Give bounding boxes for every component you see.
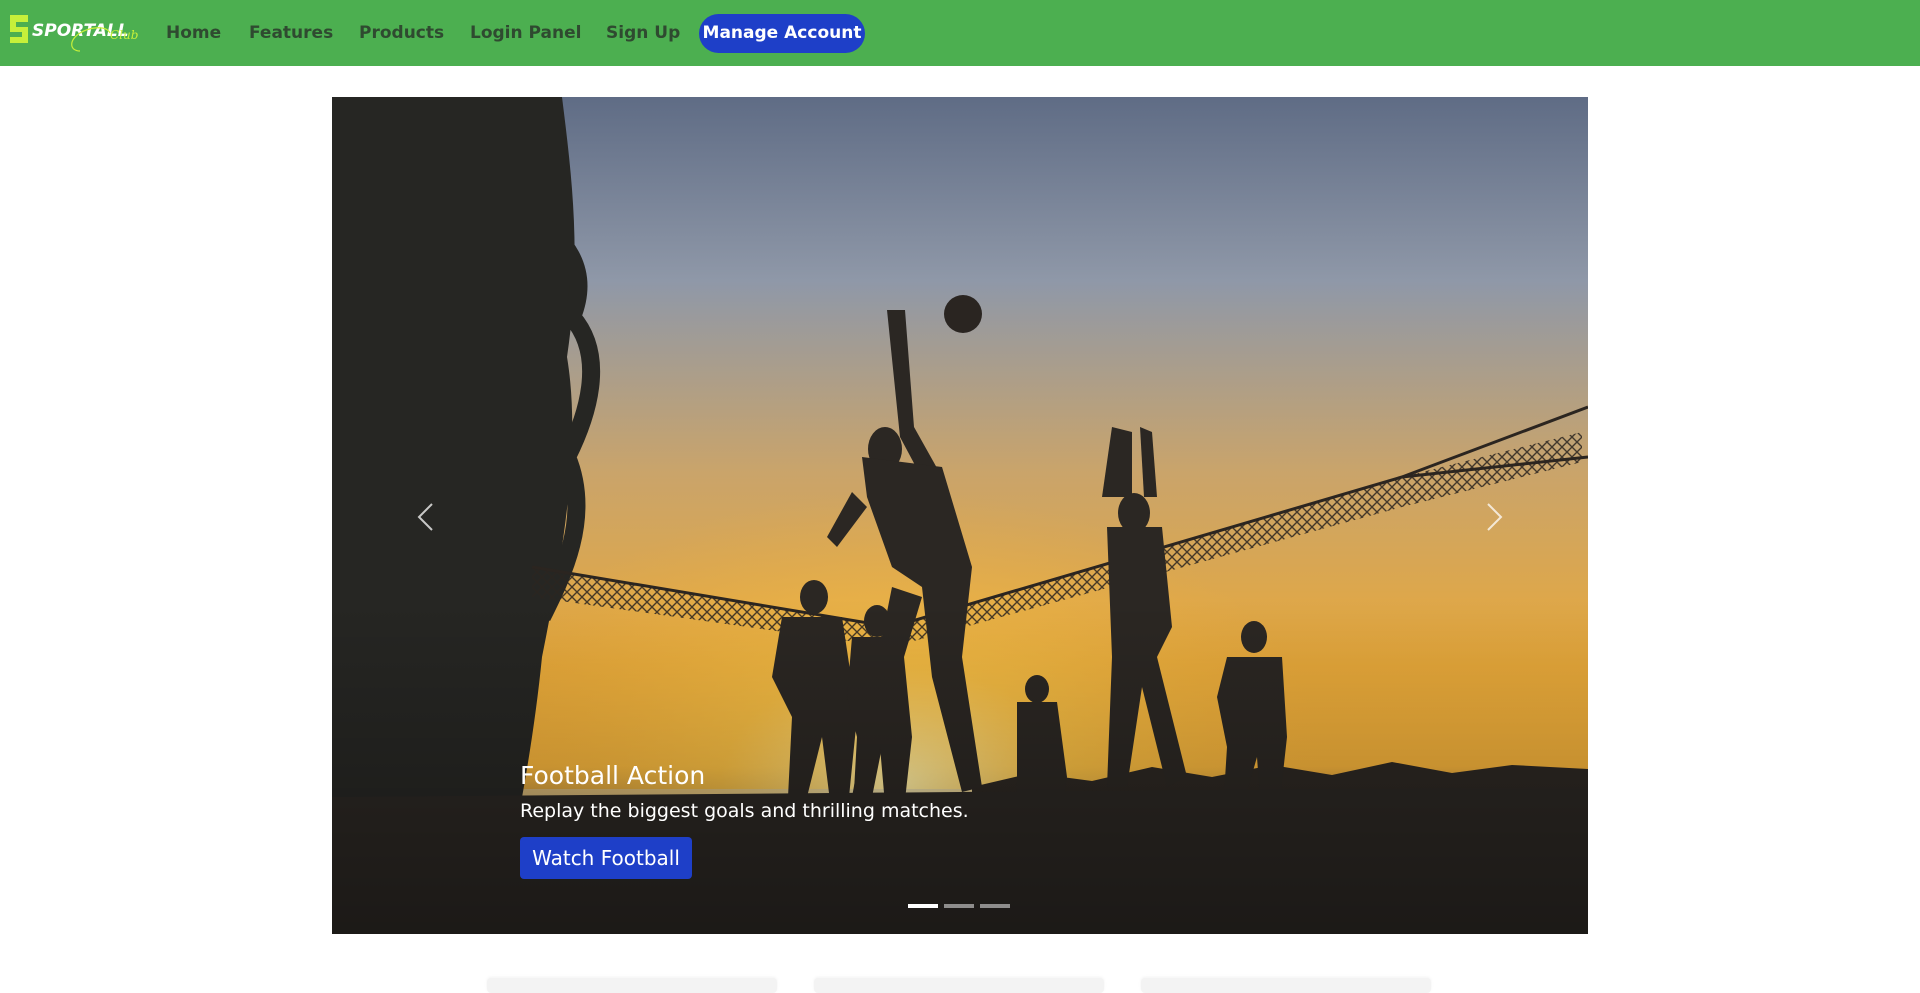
carousel-indicator-1[interactable]: [908, 904, 938, 908]
feature-card-peek: [1141, 978, 1431, 993]
slide-description: Replay the biggest goals and thrilling m…: [520, 800, 969, 822]
manage-account-button[interactable]: Manage Account: [699, 14, 865, 53]
carousel-indicator-2[interactable]: [944, 904, 974, 908]
chevron-left-icon: [417, 503, 433, 531]
slide-caption: Football Action Replay the biggest goals…: [520, 761, 1220, 823]
nav-login-panel[interactable]: Login Panel: [470, 0, 581, 66]
slide-title: Football Action: [520, 761, 706, 790]
watch-football-button[interactable]: Watch Football: [520, 837, 692, 879]
logo-script: Club: [110, 28, 138, 42]
hero-carousel: Football Action Replay the biggest goals…: [332, 97, 1588, 934]
sportall-logo[interactable]: SPORTALL Club: [10, 11, 144, 55]
top-navbar: SPORTALL Club Home Features Products Log…: [0, 0, 1920, 66]
nav-home[interactable]: Home: [166, 0, 221, 66]
nav-sign-up[interactable]: Sign Up: [606, 0, 680, 66]
feature-card-peek: [487, 978, 777, 993]
carousel-next-button[interactable]: [1469, 492, 1519, 542]
nav-features[interactable]: Features: [249, 0, 333, 66]
carousel-indicator-3[interactable]: [980, 904, 1010, 908]
nav-products[interactable]: Products: [359, 0, 444, 66]
feature-card-peek: [814, 978, 1104, 993]
chevron-right-icon: [1487, 503, 1503, 531]
carousel-prev-button[interactable]: [401, 492, 451, 542]
